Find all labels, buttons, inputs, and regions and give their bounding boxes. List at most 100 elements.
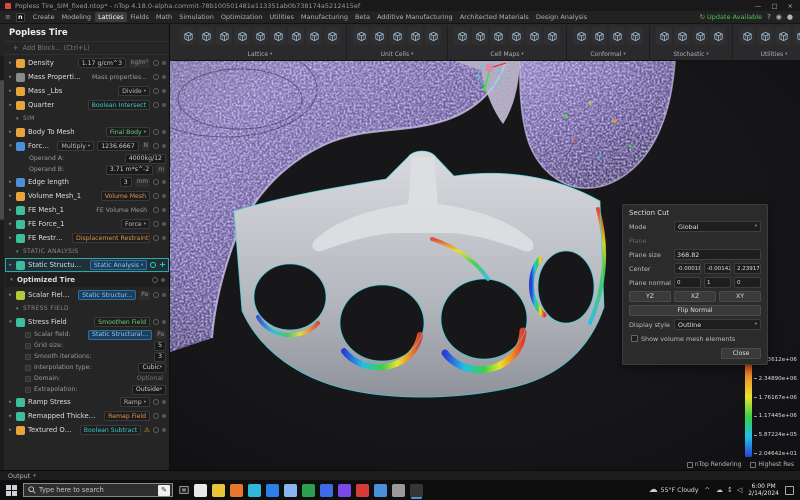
section-header-stress-field[interactable]: ▾STRESS FIELD — [5, 303, 169, 315]
taskbar-app-icon[interactable] — [374, 484, 387, 497]
utilities-tool-icon[interactable] — [739, 27, 755, 45]
close-button[interactable]: × — [788, 2, 793, 10]
plane-size-input[interactable]: 368.82 — [674, 249, 761, 260]
close-section-cut-button[interactable]: Close — [721, 348, 761, 359]
caret-icon[interactable]: ▾ — [8, 319, 13, 325]
caret-icon[interactable]: ▾ — [8, 143, 13, 149]
yz-button[interactable]: YZ — [629, 291, 671, 302]
lattice-tool-icon[interactable] — [288, 27, 304, 45]
block-row-edge-length[interactable]: ▸Edge length3mm — [5, 175, 169, 189]
block-chip[interactable]: Static Structur... — [78, 290, 136, 300]
lattice-tool-icon[interactable] — [180, 27, 196, 45]
center-y-input[interactable]: -0.00142306 — [704, 263, 731, 274]
taskbar-app-icon[interactable] — [320, 484, 333, 497]
cell-maps-tool-icon[interactable] — [544, 27, 560, 45]
menu-tab-create[interactable]: Create — [30, 12, 58, 22]
taskbar-app-icon[interactable] — [338, 484, 351, 497]
lattice-tool-icon[interactable] — [216, 27, 232, 45]
section-header-static-analysis[interactable]: ▾STATIC ANALYSIS — [5, 246, 169, 258]
taskbar-app-icon[interactable] — [230, 484, 243, 497]
normal-y-input[interactable]: 1 — [704, 277, 731, 288]
utilities-group-label[interactable]: Utilities▾ — [739, 51, 800, 59]
mode-dropdown[interactable]: Global ▾ — [674, 221, 761, 232]
visibility-icon[interactable] — [153, 413, 159, 419]
cell-maps-tool-icon[interactable] — [472, 27, 488, 45]
property-value[interactable]: 5 — [154, 341, 166, 351]
add-block-input[interactable]: + Add Block... (Ctrl+L) — [5, 41, 169, 55]
block-chip[interactable]: Boolean Intersect — [88, 100, 150, 110]
display-style-dropdown[interactable]: Outline ▾ — [674, 319, 761, 330]
menu-tab-fields[interactable]: Fields — [128, 12, 152, 22]
caret-icon[interactable]: ▸ — [8, 235, 13, 241]
block-chip[interactable]: Smoothen Field — [94, 317, 150, 327]
unit-cells-tool-icon[interactable] — [389, 27, 405, 45]
taskbar-app-icon[interactable] — [266, 484, 279, 497]
menu-tab-beta[interactable]: Beta — [352, 12, 373, 22]
cell-maps-tool-icon[interactable] — [526, 27, 542, 45]
taskbar-app-icon[interactable] — [392, 484, 405, 497]
task-view-button[interactable] — [178, 485, 189, 495]
menu-tab-manufacturing[interactable]: Manufacturing — [298, 12, 351, 22]
visibility-icon[interactable] — [150, 262, 156, 268]
conformal-group-label[interactable]: Conformal▾ — [573, 51, 643, 59]
section-header-sim[interactable]: ▾SIM — [5, 113, 169, 125]
block-chip[interactable]: Displacement Restraint — [72, 233, 150, 243]
output-bar[interactable]: Output ▾ — [0, 470, 800, 480]
scrollbar-thumb[interactable] — [0, 80, 4, 220]
block-chip[interactable]: Mass properties... — [89, 72, 150, 82]
block-chip[interactable]: Static Analysis▾ — [90, 260, 147, 270]
taskbar-app-icon[interactable] — [194, 484, 207, 497]
tray-icon[interactable]: ↕ — [727, 486, 733, 494]
taskbar-search-input[interactable]: Type here to search ✎ — [23, 483, 173, 497]
visibility-icon[interactable] — [152, 277, 158, 283]
block-chip[interactable]: Multiply▾ — [57, 141, 94, 151]
tray-icon[interactable]: ◁ — [737, 486, 742, 494]
block-row-force-per-rover-wheel[interactable]: ▾Force per rover wheelMultiply▾1236.6667… — [5, 139, 169, 153]
block-chip[interactable]: Divide▾ — [118, 86, 150, 96]
value-field[interactable]: 4000kg/12 — [125, 154, 166, 164]
menu-tab-simulation[interactable]: Simulation — [176, 12, 217, 22]
value-field[interactable]: 1236.6667 — [97, 141, 138, 151]
property-value[interactable]: 3 — [154, 352, 166, 362]
maximize-button[interactable]: □ — [771, 2, 777, 10]
lattice-tool-icon[interactable] — [306, 27, 322, 45]
taskbar-app-icon[interactable] — [212, 484, 225, 497]
taskbar-app-icon[interactable] — [410, 484, 423, 497]
xz-button[interactable]: XZ — [674, 291, 716, 302]
block-row-mass-properties-from-body[interactable]: ▸Mass Properties from BodyMass propertie… — [5, 70, 169, 84]
pen-icon[interactable]: ✎ — [158, 485, 170, 496]
stochastic-tool-icon[interactable] — [710, 27, 726, 45]
cell-maps-group-label[interactable]: Cell Maps▾ — [454, 51, 560, 59]
taskbar-clock[interactable]: 6:00 PM 2/14/2024 — [748, 483, 779, 497]
tray-expand-button[interactable]: ^ — [705, 486, 710, 494]
center-x-input[interactable]: -0.00018999 — [674, 263, 701, 274]
lattice-tool-icon[interactable] — [324, 27, 340, 45]
stochastic-tool-icon[interactable] — [656, 27, 672, 45]
lattice-tool-icon[interactable] — [252, 27, 268, 45]
unit-cells-tool-icon[interactable] — [407, 27, 423, 45]
visibility-icon[interactable] — [153, 235, 159, 241]
caret-icon[interactable]: ▸ — [8, 179, 13, 185]
block-row-mass-lbs[interactable]: ▸Mass _LbsDivide▾ — [5, 84, 169, 98]
caret-icon[interactable]: ▸ — [8, 74, 13, 80]
caret-icon[interactable]: ▸ — [8, 399, 13, 405]
property-value[interactable]: Static Structural... — [88, 330, 152, 340]
weather-widget[interactable]: ☁ 55°F Cloudy — [649, 485, 699, 495]
lattice-group-label[interactable]: Lattice▾ — [180, 51, 340, 59]
visibility-icon[interactable] — [153, 319, 159, 325]
caret-icon[interactable]: ▸ — [8, 262, 13, 268]
minimize-button[interactable]: — — [755, 2, 762, 10]
visibility-icon[interactable] — [153, 102, 159, 108]
block-chip[interactable]: Force▾ — [121, 219, 150, 229]
menu-tab-additive-manufacturing[interactable]: Additive Manufacturing — [374, 12, 456, 22]
value-field[interactable]: 1.17 g/cm^3 — [78, 58, 126, 68]
caret-icon[interactable]: ▸ — [8, 427, 13, 433]
help-icon[interactable]: ? — [767, 13, 771, 21]
menu-tab-optimization[interactable]: Optimization — [218, 12, 266, 22]
center-z-input[interactable]: 2.23917e-05 — [734, 263, 761, 274]
menu-tab-design-analysis[interactable]: Design Analysis — [533, 12, 590, 22]
block-row-static-structural-res[interactable]: ▸Static Structural Res...Static Analysis… — [5, 258, 169, 272]
visibility-icon[interactable] — [153, 292, 159, 298]
account-icon[interactable]: ◉ — [776, 13, 782, 21]
menu-tab-lattices[interactable]: Lattices — [95, 12, 126, 22]
